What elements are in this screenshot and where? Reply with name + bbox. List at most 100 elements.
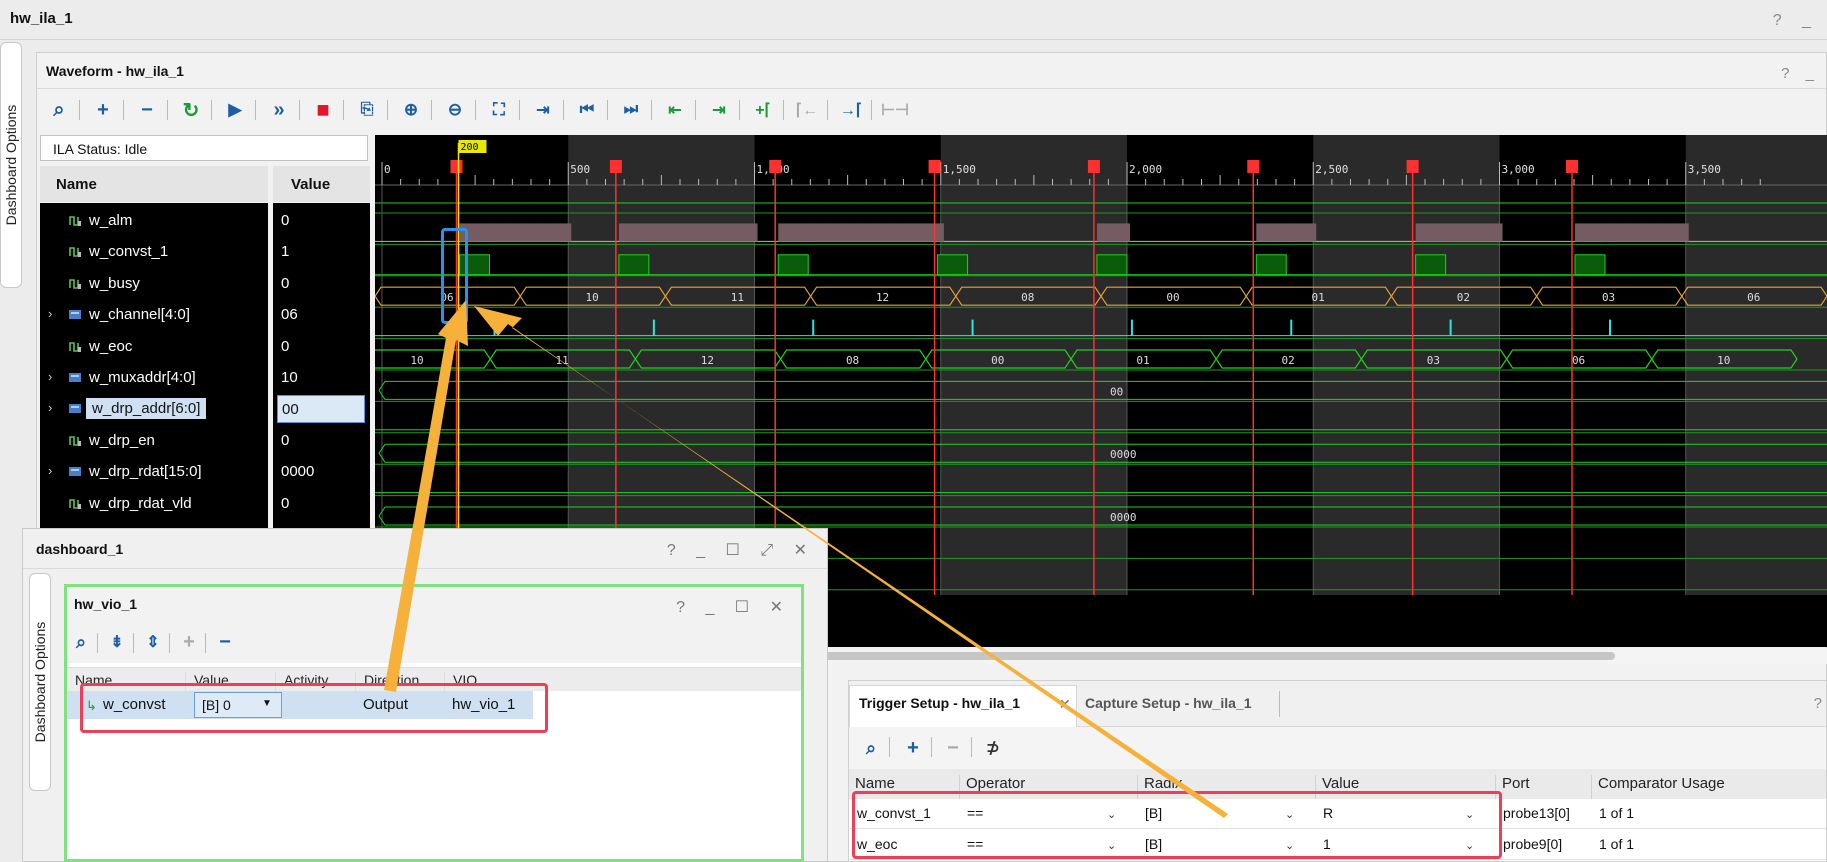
zoom-in-icon[interactable]: ⊕ [395,94,427,126]
remove-icon[interactable]: − [131,94,163,126]
ruler-label: 3,500 [1688,163,1721,176]
bus-value: 11 [731,291,744,304]
bus-value: 12 [876,291,889,304]
bus-value: 03 [1427,354,1440,367]
bus-value: 03 [1602,291,1615,304]
expand-icon[interactable]: › [48,306,52,321]
prev-marker-icon[interactable]: ⌈← [791,94,823,126]
ruler-label: 2,000 [1129,163,1162,176]
signal-row[interactable]: › w_channel[4:0] [40,299,268,330]
bus-probe-icon [68,464,82,478]
search-icon[interactable]: ⌕ [43,94,75,126]
w_convst-high [618,223,758,242]
waveform-controls[interactable]: ? _ [1781,65,1820,82]
w_convst-high [937,223,944,242]
signal-row[interactable]: w_alm [40,205,268,236]
swap-cursors-icon[interactable]: ⊢⊣ [879,94,911,126]
bus-value: 10 [586,291,599,304]
ruler-label: 2,500 [1315,163,1348,176]
vio-controls[interactable]: ? _ ☐ ✕ [676,597,791,617]
bus-value: 06 [1747,291,1760,304]
waveform-title: Waveform - hw_ila_1 [46,63,184,79]
signal-row[interactable]: w_convst_1 [40,236,268,267]
search-icon[interactable]: ⌕ [65,626,97,658]
vio-header: hw_vio_1 ? _ ☐ ✕ [67,587,801,623]
dashboard-options-tab-top[interactable]: Dashboard Options [0,42,22,288]
goto-end-icon[interactable]: ⏭ [615,94,647,126]
w_convst-high [1574,223,1689,242]
signal-row[interactable]: w_drp_en [40,425,268,456]
vio-highlight-box [80,683,548,733]
trig-col-usage[interactable]: Comparator Usage [1591,775,1725,799]
trigger-flag [609,160,622,173]
remove-icon[interactable]: − [209,626,241,658]
search-icon[interactable]: ⌕ [855,732,887,764]
name-column-header[interactable]: Name [40,166,268,202]
signal-value: 00 [277,395,365,424]
bus-value: 08 [846,354,859,367]
trigger-highlight-box [852,791,1502,859]
signal-row[interactable]: › w_muxaddr[4:0] [40,362,268,393]
close-icon[interactable]: ✕ [1059,696,1071,713]
add-marker-icon[interactable]: +⌈ [747,94,779,126]
stop-icon[interactable]: ■ [307,94,339,126]
zoom-out-icon[interactable]: ⊖ [439,94,471,126]
signal-name: w_muxaddr[4:0] [89,369,196,386]
expand-all-icon[interactable]: ⇕ [137,626,169,658]
vio-toolbar: ⌕ ⇟ ⇕ + − [67,623,801,663]
zoom-fit-icon[interactable]: ⛶ [483,94,515,126]
signal-row[interactable]: › w_drp_addr[6:0] [40,393,268,424]
auto-rerun-icon[interactable]: ↻ [175,94,207,126]
signal-name-list: w_alm w_convst_1 w_busy › w_channel[4:0] w_eo… [40,203,268,533]
trigger-toolbar: ⌕ + − ⊅ [849,727,1826,769]
bus-value: 02 [1457,291,1470,304]
bus-value: 02 [1282,354,1295,367]
signal-value: 0 [281,337,290,355]
w_convst-high [459,223,572,242]
w_busy-pulse [1574,254,1606,276]
goto-start-icon[interactable]: ⏮ [571,94,603,126]
tab-capture-setup[interactable]: Capture Setup - hw_ila_1 [1085,695,1251,711]
signal-value: 0000 [281,463,315,481]
tab-trigger-setup-label[interactable]: Trigger Setup - hw_ila_1 [859,695,1020,711]
next-transition-icon[interactable]: ⇥ [703,94,735,126]
dashboard-controls[interactable]: ? _ ☐ ⤢ ✕ [667,540,815,560]
export-icon[interactable]: ⎘ [351,94,383,126]
collapse-all-icon[interactable]: ⇟ [101,626,133,658]
goto-cursor-icon[interactable]: ⇥ [527,94,559,126]
value-column-header[interactable]: Value [273,166,370,202]
next-marker-icon[interactable]: →⌈ [835,94,867,126]
expand-icon[interactable]: › [48,400,52,415]
prev-transition-icon[interactable]: ⇤ [659,94,691,126]
add-icon[interactable]: + [897,732,929,764]
dashboard-options-tab[interactable]: Dashboard Options [29,573,51,791]
bus-value: 00 [1110,385,1123,398]
trigger-condition-icon[interactable]: ⊅ [977,732,1009,764]
window-controls[interactable]: ? _ [1773,12,1819,30]
help-icon[interactable]: ? [1814,695,1822,712]
expand-icon[interactable]: › [48,463,52,478]
add-icon[interactable]: + [87,94,119,126]
bus-probe-icon [68,370,82,384]
signal-row[interactable]: w_busy [40,268,268,299]
signal-row[interactable]: › w_drp_rdat[15:0] [40,456,268,487]
signal-name: w_channel[4:0] [89,306,190,324]
run-immediate-icon[interactable]: » [263,94,295,126]
bus-value: 0000 [1110,448,1137,461]
w_convst-high [1256,223,1317,242]
remove-icon[interactable]: − [937,732,969,764]
add-icon[interactable]: + [173,626,205,658]
run-trigger-icon[interactable]: ▶ [219,94,251,126]
trigger-flag [1087,160,1100,173]
signal-name: w_busy [89,274,140,292]
bus-value: 06 [1572,354,1585,367]
trig-row-usage: 1 of 1 [1599,805,1635,821]
ruler-label: 3,000 [1502,163,1535,176]
bus-value: 08 [1021,291,1034,304]
expand-icon[interactable]: › [48,369,52,384]
cursor-label: 200 [461,142,479,153]
signal-row[interactable]: w_eoc [40,331,268,362]
dashboard-options-label-2: Dashboard Options [32,621,48,743]
signal-value-list: 0 1 0 06 0 10 00 0 0000 0 [273,203,370,533]
signal-row[interactable]: w_drp_rdat_vld [40,488,268,519]
